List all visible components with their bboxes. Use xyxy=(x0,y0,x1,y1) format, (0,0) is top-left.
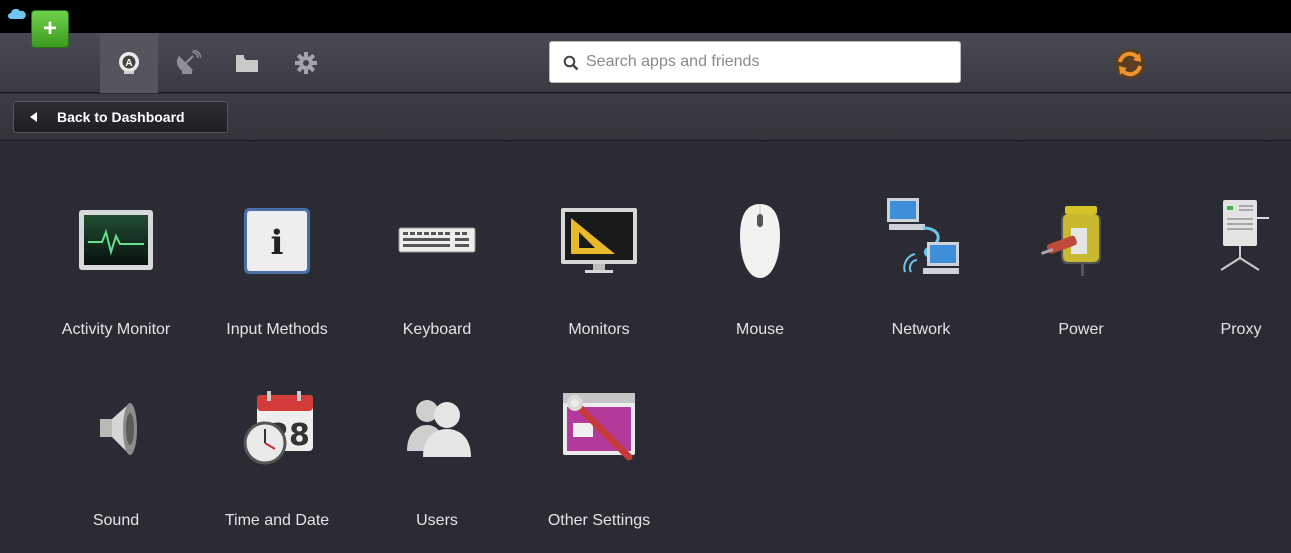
satellite-dish-icon[interactable] xyxy=(175,50,201,76)
setting-label: Users xyxy=(416,512,458,529)
proxy-server-icon xyxy=(1220,200,1269,271)
activity-monitor-icon xyxy=(79,210,153,270)
app-store-icon[interactable]: A xyxy=(116,50,142,76)
add-button[interactable]: + xyxy=(31,10,69,48)
setting-label: Mouse xyxy=(735,321,785,338)
tools-icon xyxy=(563,393,635,461)
keyboard-icon xyxy=(398,227,476,253)
info-icon: i xyxy=(244,208,310,274)
monitor-icon xyxy=(561,208,637,273)
setting-label: Activity Monitor xyxy=(61,321,171,338)
speaker-icon xyxy=(100,403,137,455)
title-strip xyxy=(0,0,1291,33)
svg-text:i: i xyxy=(271,223,284,263)
setting-label: Monitors xyxy=(568,321,630,338)
search-icon xyxy=(563,55,579,71)
folder-icon[interactable] xyxy=(234,50,260,76)
power-plug-icon xyxy=(1041,206,1101,276)
calendar-clock-icon: 28 xyxy=(243,391,313,465)
setting-label: Sound xyxy=(92,512,140,529)
cloud-icon xyxy=(8,8,26,19)
setting-label: Input Methods xyxy=(226,321,328,338)
setting-label: Proxy xyxy=(1220,321,1262,338)
setting-label: Power xyxy=(1058,321,1104,338)
setting-label: Network xyxy=(891,321,951,338)
back-arrow-icon xyxy=(30,112,37,122)
svg-text:A: A xyxy=(125,58,132,69)
search-box[interactable] xyxy=(549,41,961,83)
users-icon xyxy=(407,400,471,457)
setting-label: Keyboard xyxy=(402,321,472,338)
setting-label: Other Settings xyxy=(547,512,651,529)
search-input[interactable] xyxy=(586,50,946,74)
gear-icon[interactable] xyxy=(293,50,319,76)
back-button-label: Back to Dashboard xyxy=(57,109,185,125)
back-to-dashboard-button[interactable]: Back to Dashboard xyxy=(13,101,228,133)
network-icon xyxy=(887,198,959,274)
sync-icon[interactable] xyxy=(1113,47,1147,81)
mouse-icon xyxy=(740,204,780,278)
setting-label: Time and Date xyxy=(224,512,330,529)
